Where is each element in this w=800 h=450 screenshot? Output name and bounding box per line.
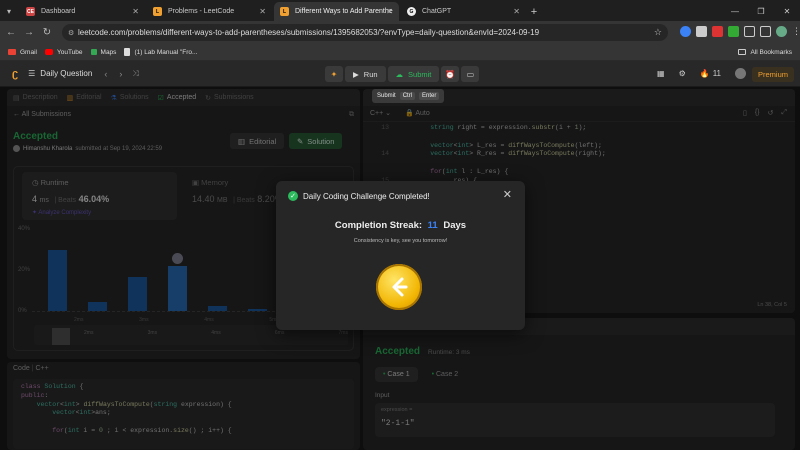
streak-suffix: Days <box>443 220 467 231</box>
debug-icon[interactable]: ✦ <box>325 66 343 82</box>
new-tab-button[interactable]: + <box>526 2 542 21</box>
bookmark-maps[interactable]: Maps <box>90 48 117 56</box>
modal-subtitle: Consistency is key, see you tomorrow! <box>353 238 448 244</box>
maps-icon <box>90 49 97 55</box>
bookmark-label: YouTube <box>56 48 83 56</box>
close-icon[interactable]: ✕ <box>132 7 139 16</box>
profile-avatar[interactable] <box>776 26 787 37</box>
notes-icon[interactable]: ▭ <box>461 66 480 82</box>
layout-icon[interactable]: ▦ <box>657 69 665 78</box>
tab-dashboard[interactable]: CE Dashboard ✕ <box>20 2 145 21</box>
timer-icon[interactable]: ⏰ <box>441 66 460 82</box>
settings-icon[interactable]: ⚙ <box>679 69 686 78</box>
tab-title: Problems - LeetCode <box>168 8 235 15</box>
forward-icon[interactable]: → <box>22 27 36 38</box>
cloud-upload-icon: ☁ <box>395 69 404 79</box>
premium-button[interactable]: Premium <box>752 67 795 82</box>
prev-icon[interactable]: ‹ <box>104 69 107 79</box>
all-bookmarks[interactable]: All Bookmarks <box>738 49 792 56</box>
bookmark-label: Maps <box>100 48 117 56</box>
tab-title: Different Ways to Add Parenthe <box>295 8 393 15</box>
fire-icon: 🔥 <box>699 69 710 78</box>
document-icon <box>124 48 131 56</box>
play-icon: ▶ <box>353 69 359 79</box>
streak-prefix: Completion Streak: <box>334 220 423 231</box>
close-icon[interactable]: ✕ <box>259 7 266 16</box>
run-label: Run <box>363 69 378 79</box>
tooltip-key: Enter <box>419 92 440 100</box>
extension-icon[interactable] <box>696 26 707 37</box>
shuffle-icon[interactable]: ⤨ <box>132 69 138 79</box>
youtube-icon <box>44 49 53 55</box>
extension-icon[interactable] <box>728 26 739 37</box>
url-text: leetcode.com/problems/different-ways-to-… <box>78 28 540 37</box>
minimize-button[interactable]: — <box>722 7 748 16</box>
streak-number: 11 <box>427 220 438 231</box>
tab-favicon: L <box>153 7 162 16</box>
check-circle-icon: ✓ <box>288 191 298 201</box>
tab-active-problem[interactable]: L Different Ways to Add Parenthe ✕ <box>274 2 399 21</box>
bookmark-label: Gmail <box>20 48 37 56</box>
back-icon[interactable]: ← <box>4 27 18 38</box>
bookmark-gmail[interactable]: Gmail <box>8 49 37 56</box>
submit-shortcut-tooltip: Submit Ctrl Enter <box>372 89 445 103</box>
tab-favicon: G <box>407 7 416 16</box>
reload-icon[interactable]: ↻ <box>40 27 54 38</box>
bookmarks-bar: Gmail YouTube Maps (1) Lab Manual "Fro..… <box>0 44 800 61</box>
tab-favicon: L <box>280 7 289 16</box>
extensions-puzzle-icon[interactable] <box>744 26 755 37</box>
tooltip-label: Submit <box>377 93 396 99</box>
streak-counter[interactable]: 🔥 11 <box>700 69 721 78</box>
close-icon[interactable]: ✕ <box>386 7 393 16</box>
bookmark-youtube[interactable]: YouTube <box>44 48 83 56</box>
tab-favicon: CE <box>26 7 35 16</box>
extension-icon[interactable] <box>712 26 723 37</box>
bookmark-label: (1) Lab Manual "Fro... <box>134 48 198 56</box>
browser-tab-bar: ▾ CE Dashboard ✕ L Problems - LeetCode ✕ L Di… <box>0 0 800 21</box>
tab-title: ChatGPT <box>422 8 452 15</box>
tab-problems[interactable]: L Problems - LeetCode ✕ <box>147 2 272 21</box>
gmail-icon <box>8 49 16 55</box>
tooltip-key: Ctrl <box>399 92 416 100</box>
all-bookmarks-label: All Bookmarks <box>750 48 792 56</box>
tab-title: Dashboard <box>41 8 76 15</box>
leetcode-coin-icon <box>376 264 422 310</box>
close-icon[interactable]: ✕ <box>513 7 520 16</box>
star-icon[interactable]: ☆ <box>654 27 662 38</box>
leetcode-navbar: ʗ ☰ Daily Question ‹ › ⤨ ✦ ▶ Run ☁ Submit … <box>0 61 800 87</box>
tab-search-icon[interactable]: ▾ <box>0 2 18 21</box>
address-bar-row: ← → ↻ ⚙ leetcode.com/problems/different-… <box>0 21 800 44</box>
next-icon[interactable]: › <box>119 69 122 79</box>
restore-button[interactable]: ❐ <box>748 7 774 16</box>
streak-line: Completion Streak: 11 Days <box>276 220 525 231</box>
list-icon[interactable]: ☰ <box>28 69 35 78</box>
menu-kebab-icon[interactable]: ⋮ <box>792 26 800 37</box>
daily-question-link[interactable]: Daily Question <box>40 69 92 78</box>
url-input[interactable]: ⚙ leetcode.com/problems/different-ways-t… <box>62 24 668 41</box>
extension-icon[interactable] <box>680 26 691 37</box>
folder-icon <box>738 49 747 55</box>
close-icon[interactable]: ✕ <box>503 188 512 201</box>
tab-chatgpt[interactable]: G ChatGPT ✕ <box>401 2 526 21</box>
submit-label: Submit <box>408 69 432 79</box>
site-info-icon[interactable]: ⚙ <box>68 29 74 37</box>
leetcode-logo[interactable]: ʗ <box>12 68 18 80</box>
bookmark-lab-manual[interactable]: (1) Lab Manual "Fro... <box>124 48 197 56</box>
close-window-button[interactable]: ✕ <box>774 7 800 16</box>
submit-button[interactable]: ☁ Submit <box>387 66 440 82</box>
modal-title: Daily Coding Challenge Completed! <box>303 191 430 201</box>
challenge-complete-modal: ✓ Daily Coding Challenge Completed! ✕ Co… <box>276 181 525 330</box>
streak-count: 11 <box>712 69 722 78</box>
sidebar-icon[interactable] <box>760 26 771 37</box>
user-avatar[interactable] <box>735 68 747 79</box>
run-button[interactable]: ▶ Run <box>345 66 386 82</box>
